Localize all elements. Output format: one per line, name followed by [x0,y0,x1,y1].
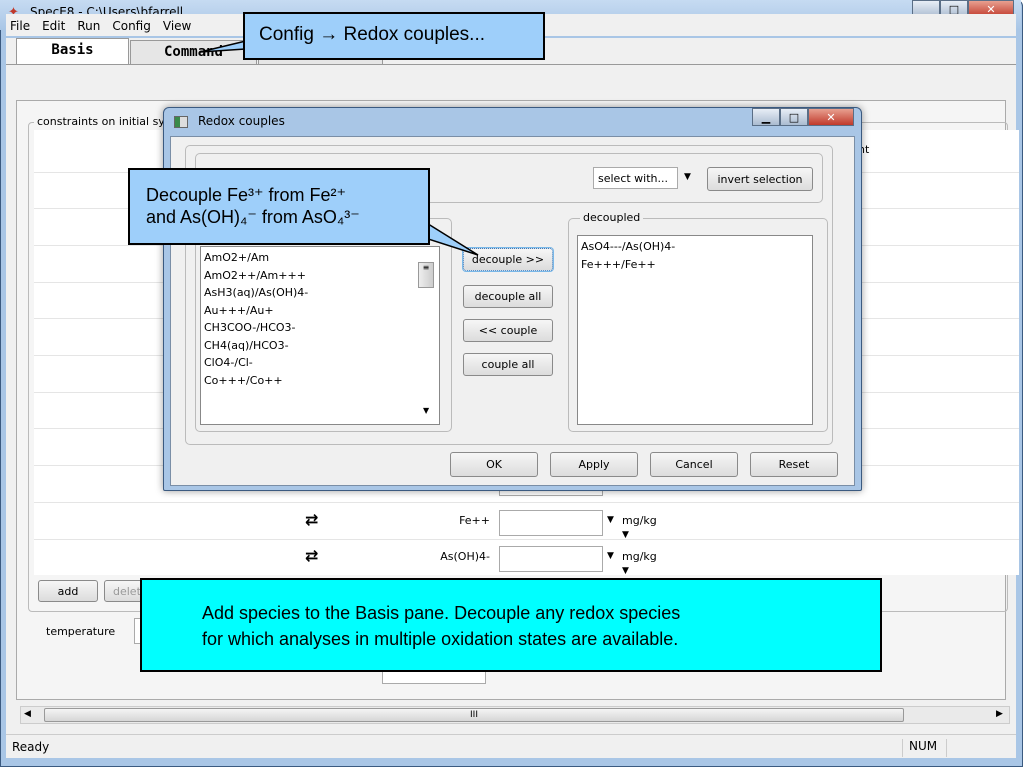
menu-callout: Config → Redox couples... [243,12,545,60]
instructions-line1: Add species to the Basis pane. Decouple … [202,603,681,623]
decouple-callout: Decouple Fe³⁺ from Fe²⁺ and As(OH)₄⁻ fro… [128,168,430,245]
instructions-line2: for which analyses in multiple oxidation… [202,629,679,649]
instructions-callout: Add species to the Basis pane. Decouple … [140,578,882,672]
decouple-callout-line2: and As(OH)₄⁻ from AsO₄³⁻ [146,207,360,227]
decouple-callout-pointer [424,220,479,256]
decouple-callout-line1: Decouple Fe³⁺ from Fe²⁺ [146,185,347,205]
